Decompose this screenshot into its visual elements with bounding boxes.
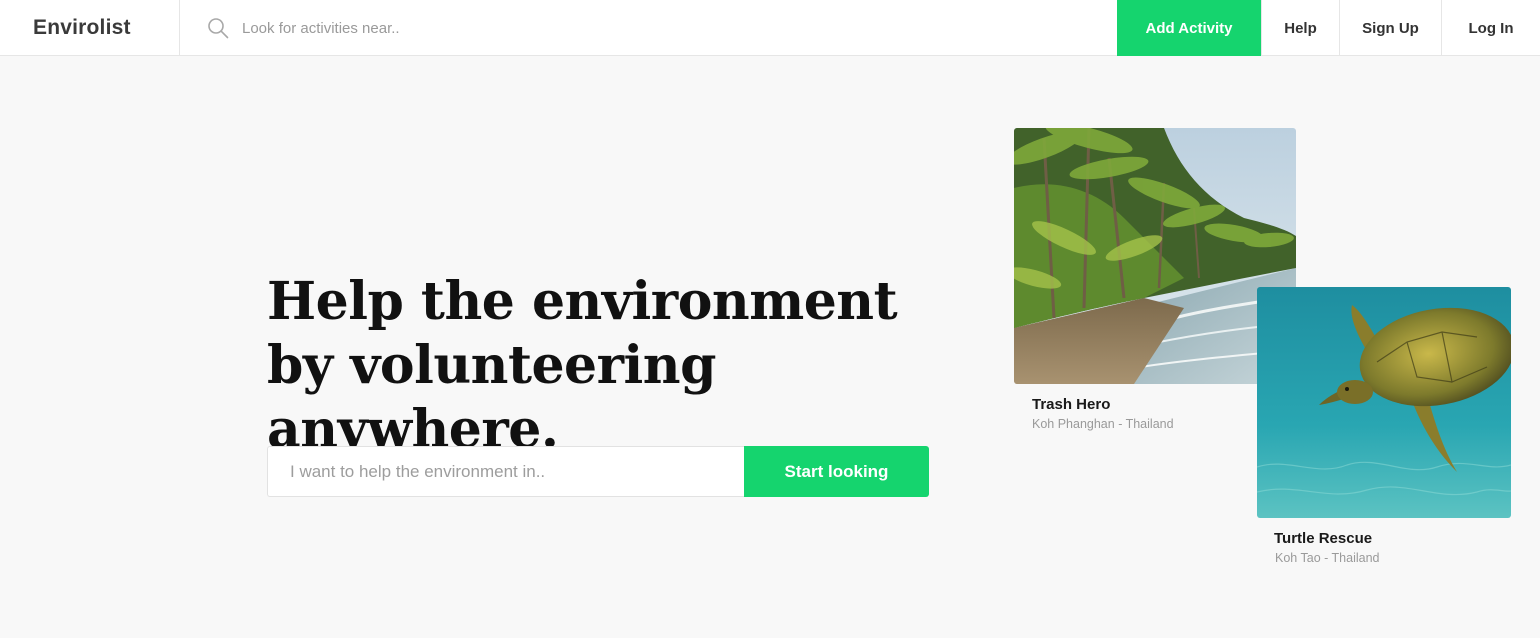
log-in-link[interactable]: Log In [1441,0,1540,56]
activity-card-turtle-rescue[interactable]: Turtle Rescue Koh Tao - Thailand [1257,287,1511,565]
nav-links: Add Activity Help Sign Up Log In [1117,0,1540,56]
hero-search-form: Start looking [267,446,929,497]
card-location: Koh Tao - Thailand [1275,551,1380,565]
brand-logo[interactable]: Envirolist [0,0,180,56]
card-title: Trash Hero [1032,396,1111,413]
add-activity-button[interactable]: Add Activity [1117,0,1261,56]
card-title: Turtle Rescue [1274,530,1373,547]
top-navigation: Envirolist Add Activity Help Sign Up Log… [0,0,1540,56]
start-looking-button[interactable]: Start looking [744,446,929,497]
beach-photo [1014,128,1296,384]
card-location: Koh Phanghan - Thailand [1032,417,1174,431]
help-link[interactable]: Help [1261,0,1339,56]
nav-search-input[interactable] [242,19,662,37]
hero-title: Help the environment by volunteering any… [267,271,898,460]
sign-up-link[interactable]: Sign Up [1339,0,1441,56]
nav-search [180,0,1117,56]
turtle-photo [1257,287,1511,518]
hero-search-input[interactable] [267,446,744,497]
activity-card-trash-hero[interactable]: Trash Hero Koh Phanghan - Thailand [1014,128,1296,431]
search-icon [208,18,229,39]
